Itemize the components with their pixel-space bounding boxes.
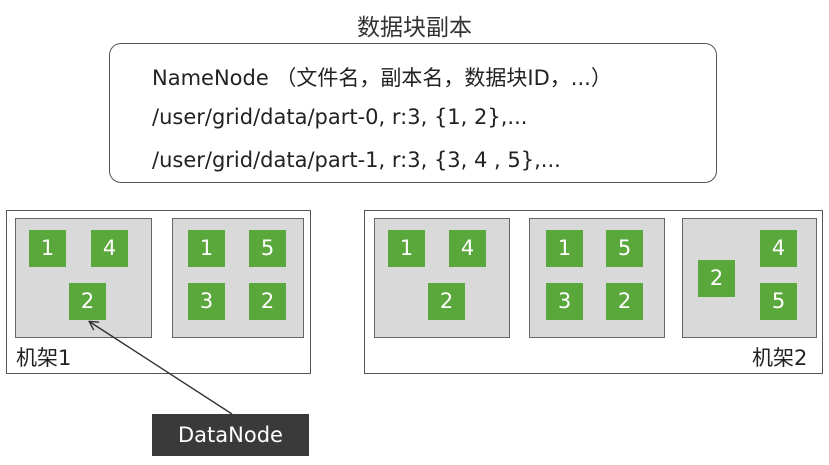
- block: 4: [760, 230, 797, 267]
- rack-1-label: 机架1: [16, 346, 72, 370]
- datanode-rack2-a: 1 4 2: [374, 218, 510, 338]
- rack-1: 1 4 2 1 5 3 2 机架1: [6, 210, 311, 374]
- block: 3: [188, 283, 225, 320]
- block: 1: [546, 230, 583, 267]
- namenode-header: NameNode （文件名，副本名，数据块ID，...）: [152, 66, 612, 90]
- block: 4: [91, 230, 128, 267]
- namenode-entry-part-1: /user/grid/data/part-1, r:3, {3, 4 , 5},…: [152, 148, 561, 172]
- block: 5: [606, 230, 643, 267]
- rack-2: 1 4 2 1 5 3 2 4 2 5 机架2: [364, 210, 823, 374]
- datanode-rack1-a: 1 4 2: [15, 218, 152, 338]
- datanode-label: DataNode: [152, 414, 309, 456]
- datanode-rack2-c: 4 2 5: [682, 218, 817, 338]
- datanode-rack2-b: 1 5 3 2: [529, 218, 665, 338]
- block: 3: [546, 283, 583, 320]
- diagram-title: 数据块副本: [357, 15, 472, 41]
- block: 5: [249, 230, 286, 267]
- rack-2-label: 机架2: [752, 346, 808, 370]
- block: 1: [188, 230, 225, 267]
- datanode-rack1-b: 1 5 3 2: [172, 218, 304, 338]
- block: 2: [606, 283, 643, 320]
- block: 2: [69, 283, 106, 320]
- namenode-entry-part-0: /user/grid/data/part-0, r:3, {1, 2},...: [152, 105, 528, 129]
- block: 5: [760, 283, 797, 320]
- block: 2: [249, 283, 286, 320]
- block: 4: [449, 230, 486, 267]
- block: 1: [388, 230, 425, 267]
- block: 2: [428, 283, 465, 320]
- block: 1: [29, 230, 66, 267]
- block: 2: [698, 260, 735, 297]
- namenode-box: NameNode （文件名，副本名，数据块ID，...） /user/grid/…: [109, 43, 717, 183]
